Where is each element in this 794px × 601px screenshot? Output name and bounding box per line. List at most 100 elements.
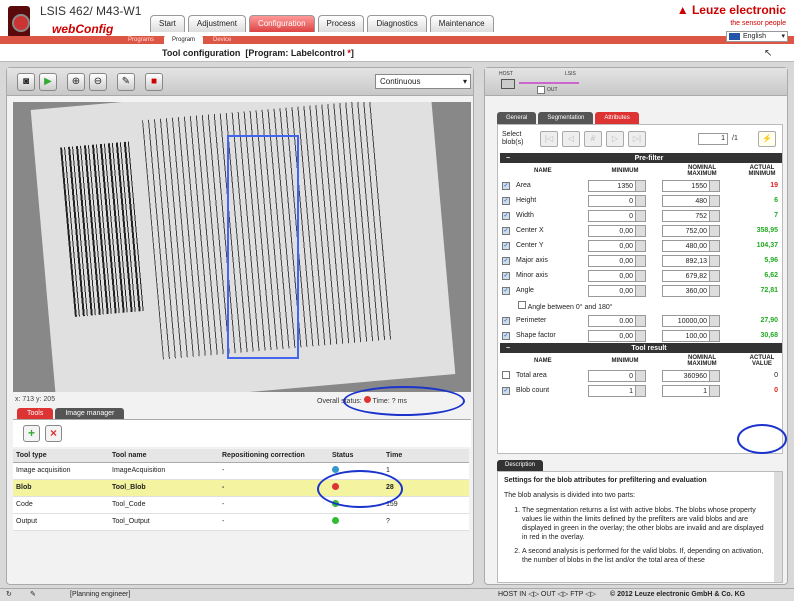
min-stepper[interactable]: 1350	[588, 179, 646, 192]
max-stepper[interactable]: 360960	[662, 369, 720, 382]
header: LSIS 462/ M43-W1 webConfig Start Adjustm…	[0, 0, 794, 45]
page-input[interactable]: 1	[698, 133, 728, 145]
camera-icon[interactable]: ◙	[17, 73, 35, 91]
max-stepper[interactable]: 1	[662, 384, 720, 397]
row-checkbox[interactable]: ✓	[502, 271, 510, 280]
angle-checkbox[interactable]	[518, 300, 526, 309]
result-row[interactable]: Total area 0 360960 0	[500, 368, 782, 383]
attribute-row[interactable]: ✓ Shape factor 0,00 100,00 30,68	[500, 328, 782, 343]
table-row[interactable]: Output Tool_Output - ?	[13, 513, 469, 531]
row-checkbox[interactable]: ✓	[502, 241, 510, 250]
grid-icon[interactable]: #	[584, 131, 602, 147]
edit-icon[interactable]: ✎	[30, 589, 36, 601]
max-stepper[interactable]: 360,00	[662, 284, 720, 297]
min-stepper[interactable]: 0,00	[588, 329, 646, 342]
save-icon[interactable]: ■	[145, 73, 163, 91]
tab-attributes[interactable]: Attributes	[595, 112, 639, 124]
max-stepper[interactable]: 752,00	[662, 224, 720, 237]
tab-general[interactable]: General	[497, 112, 537, 124]
add-tool-button[interactable]: +	[23, 425, 40, 442]
tab-start[interactable]: Start	[150, 15, 185, 32]
tab-description[interactable]: Description	[497, 460, 544, 471]
tab-process[interactable]: Process	[317, 15, 365, 32]
tab-configuration[interactable]: Configuration	[248, 15, 315, 32]
page-title: Tool configuration [Program: Labelcontro…	[162, 48, 354, 58]
last-icon[interactable]: ▷|	[628, 131, 646, 147]
min-stepper[interactable]: 0,00	[588, 269, 646, 282]
attribute-row[interactable]: ✓ Angle 0,00 360,00 72,81	[500, 283, 782, 298]
row-checkbox[interactable]: ✓	[502, 286, 510, 295]
angle-option-row[interactable]: Angle between 0° and 180°	[500, 298, 782, 313]
out-checkbox[interactable]	[537, 86, 545, 94]
camera-image[interactable]	[13, 102, 471, 392]
description-item: The segmentation returns a list with act…	[522, 506, 770, 542]
row-checkbox[interactable]: ✓	[502, 316, 510, 325]
magic-wand-icon[interactable]: ⚡	[758, 131, 776, 147]
attribute-row[interactable]: ✓ Major axis 0,00 892,13 5,96	[500, 253, 782, 268]
col-tool-type: Tool type	[13, 449, 109, 463]
max-stepper[interactable]: 480,00	[662, 239, 720, 252]
table-row[interactable]: Code Tool_Code - 159	[13, 496, 469, 514]
prev-icon[interactable]: ◁	[562, 131, 580, 147]
row-checkbox[interactable]: ✓	[502, 226, 510, 235]
min-stepper[interactable]: 1	[588, 384, 646, 397]
min-stepper[interactable]: 0.00	[588, 314, 646, 327]
max-stepper[interactable]: 10000,00	[662, 314, 720, 327]
max-stepper[interactable]: 752	[662, 209, 720, 222]
min-stepper[interactable]: 0	[588, 194, 646, 207]
max-stepper[interactable]: 892,13	[662, 254, 720, 267]
tab-tools[interactable]: Tools	[17, 408, 54, 419]
row-checkbox[interactable]: ✓	[502, 256, 510, 265]
row-checkbox[interactable]: ✓	[502, 211, 510, 220]
user-role: [Planning engineer]	[70, 591, 131, 598]
refresh-icon[interactable]: ↻	[6, 589, 12, 601]
connection-status: HOST IN ◁▷ OUT ◁▷ FTP ◁▷	[498, 591, 597, 598]
min-stepper[interactable]: 0	[588, 369, 646, 382]
max-stepper[interactable]: 100,00	[662, 329, 720, 342]
delete-tool-button[interactable]: ×	[45, 425, 62, 442]
attribute-row[interactable]: ✓ Center Y 0,00 480,00 104,37	[500, 238, 782, 253]
description-title: Settings for the blob attributes for pre…	[504, 477, 707, 484]
attribute-row[interactable]: ✓ Height 0 480 6	[500, 193, 782, 208]
first-icon[interactable]: |◁	[540, 131, 558, 147]
acquisition-mode-select[interactable]: Continuous ▾	[375, 74, 471, 89]
row-checkbox[interactable]: ✓	[502, 196, 510, 205]
min-stepper[interactable]: 0,00	[588, 254, 646, 267]
attribute-row[interactable]: ✓ Perimeter 0.00 10000,00 27,90	[500, 313, 782, 328]
row-checkbox[interactable]: ✓	[502, 386, 510, 395]
description-item: A second analysis is performed for the v…	[522, 547, 770, 565]
next-icon[interactable]: ▷	[606, 131, 624, 147]
attribute-row[interactable]: ✓ Width 0 752 7	[500, 208, 782, 223]
play-icon[interactable]: ▶	[39, 73, 57, 91]
table-row[interactable]: Image acquisition ImageAcquisition - 1	[13, 462, 469, 480]
min-stepper[interactable]: 0,00	[588, 284, 646, 297]
max-stepper[interactable]: 679,82	[662, 269, 720, 282]
blob-selector: Select blob(s) |◁ ◁ # ▷ ▷| 1 /1 ⚡	[502, 131, 780, 149]
min-stepper[interactable]: 0	[588, 209, 646, 222]
max-stepper[interactable]: 1550	[662, 179, 720, 192]
zoom-in-icon[interactable]: ⊕	[67, 73, 85, 91]
language-select[interactable]: English ▾	[726, 31, 788, 42]
description-panel: Settings for the blob attributes for pre…	[497, 471, 783, 583]
tab-segmentation[interactable]: Segmentation	[538, 112, 594, 124]
tab-adjustment[interactable]: Adjustment	[187, 15, 246, 32]
tab-image-manager[interactable]: Image manager	[55, 408, 125, 419]
row-checkbox[interactable]: ✓	[502, 331, 510, 340]
tab-diagnostics[interactable]: Diagnostics	[367, 15, 427, 32]
roi-rectangle[interactable]	[227, 135, 299, 359]
max-stepper[interactable]: 480	[662, 194, 720, 207]
result-row[interactable]: ✓ Blob count 1 1 0	[500, 383, 782, 398]
barcode-image	[60, 141, 145, 317]
wrench-icon[interactable]: ✎	[117, 73, 135, 91]
zoom-out-icon[interactable]: ⊖	[89, 73, 107, 91]
min-stepper[interactable]: 0,00	[588, 224, 646, 237]
connection-line	[519, 82, 579, 84]
attribute-row[interactable]: ✓ Area 1350 1550 19	[500, 178, 782, 193]
min-stepper[interactable]: 0,00	[588, 239, 646, 252]
attribute-row[interactable]: ✓ Center X 0,00 752,00 358,95	[500, 223, 782, 238]
row-checkbox[interactable]: ✓	[502, 181, 510, 190]
tab-maintenance[interactable]: Maintenance	[429, 15, 494, 32]
row-checkbox[interactable]	[502, 370, 510, 379]
description-scrollbar[interactable]	[774, 472, 782, 582]
attribute-row[interactable]: ✓ Minor axis 0,00 679,82 6,62	[500, 268, 782, 283]
